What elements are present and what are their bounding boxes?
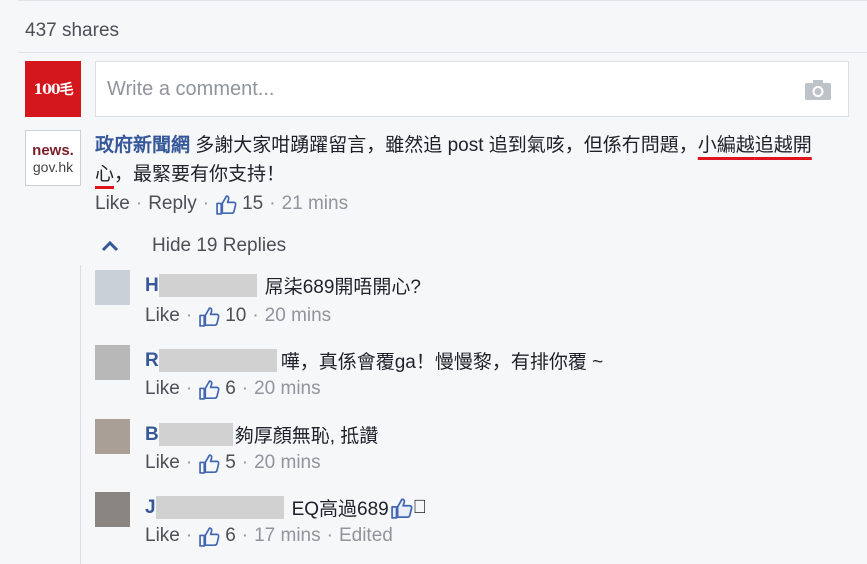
shares-count[interactable]: 437 shares — [25, 20, 119, 42]
reply-avatar[interactable] — [95, 492, 130, 527]
shares-divider — [18, 52, 867, 53]
like-button[interactable]: Like — [145, 525, 180, 547]
separator-dot: · — [252, 305, 259, 326]
camera-icon[interactable] — [804, 79, 832, 101]
separator-dot: · — [135, 193, 143, 214]
separator-dot: · — [241, 452, 249, 473]
reply-author-initial[interactable]: R — [145, 350, 159, 372]
comment-time[interactable]: 21 mins — [282, 193, 349, 215]
like-button[interactable]: Like — [145, 378, 180, 400]
separator-dot: · — [241, 378, 249, 399]
redacted-name — [158, 274, 257, 297]
my-avatar[interactable]: 100毛 — [25, 61, 81, 117]
comment-body: 政府新聞網 多謝大家咁踴躍留言，雖然追 post 追到氣咳，但係冇問題，小編越追… — [95, 131, 845, 189]
redacted-name — [158, 349, 277, 372]
reply-author-initial[interactable]: H — [145, 275, 159, 297]
comment-input[interactable] — [96, 77, 776, 101]
avatar-text-news: news. — [32, 141, 74, 159]
like-count[interactable]: 15 — [242, 193, 263, 215]
reply-author-initial[interactable]: B — [145, 424, 159, 446]
reply-text-row: R 嘩，真係會覆ga！慢慢黎，有排你覆 ~ — [145, 347, 603, 374]
reply-text: 屌柒689開唔開心? — [264, 277, 422, 298]
like-count[interactable]: 6 — [225, 525, 236, 547]
separator-dot: · — [185, 452, 193, 473]
reply-avatar[interactable] — [95, 419, 130, 454]
reply-time[interactable]: 20 mins — [254, 378, 321, 400]
comment-text-part1: 多謝大家咁踴躍留言，雖然追 post 追到氣咳，但係冇問題， — [195, 135, 698, 156]
reply-actions: Like · 5 · 20 mins — [145, 452, 321, 474]
separator-dot: · — [185, 378, 193, 399]
hide-replies-label: Hide 19 Replies — [152, 235, 287, 256]
like-button[interactable]: Like — [145, 305, 180, 327]
redacted-name — [158, 423, 233, 446]
reply-actions: Like · 10 · 20 mins — [145, 305, 331, 327]
separator-dot: · — [202, 193, 210, 214]
thumbs-up-emoji-icon — [390, 497, 413, 519]
reply-actions: Like · 6 · 20 mins — [145, 378, 321, 400]
reply-text: 夠厚顏無恥, 抵讚 — [234, 426, 379, 447]
comment-text-part2: ，最緊要有你支持！ — [114, 164, 286, 185]
reply-text: 嘩，真係會覆ga！慢慢黎，有排你覆 ~ — [280, 352, 604, 373]
like-count[interactable]: 6 — [225, 378, 236, 400]
reply-time[interactable]: 17 mins — [254, 525, 321, 547]
reply-text-row: H 屌柒689開唔開心? — [145, 272, 421, 299]
like-count-icon — [199, 379, 220, 400]
reply-author-initial[interactable]: J — [145, 497, 156, 519]
reply-text-row: B 夠厚顏無恥, 抵讚 — [145, 421, 378, 448]
reply-trailing-glyph: 􏿾 — [412, 496, 427, 518]
reply-button[interactable]: Reply — [148, 193, 197, 215]
reply-time[interactable]: 20 mins — [265, 305, 332, 327]
reply-avatar[interactable] — [95, 345, 130, 380]
separator-dot: · — [185, 305, 193, 326]
avatar-text-gov: gov.hk — [32, 158, 74, 175]
comment-actions: Like · Reply · 15 · 21 mins — [95, 193, 348, 215]
news-gov-avatar[interactable]: news. gov.hk — [25, 130, 81, 186]
reply-thread-line — [80, 265, 81, 564]
comment-composer[interactable] — [95, 61, 849, 117]
top-divider — [18, 0, 867, 1]
hide-replies-toggle[interactable]: Hide 19 Replies — [100, 235, 286, 257]
reply-actions: Like · 6 · 17 mins · Edited — [145, 525, 393, 547]
separator-dot: · — [326, 525, 333, 546]
like-count-icon — [199, 453, 220, 474]
reply-text-row: J EQ高過689 􏿾 — [145, 494, 427, 521]
comment-author[interactable]: 政府新聞網 — [95, 135, 190, 156]
like-count-icon — [199, 306, 220, 327]
reply-avatar[interactable] — [95, 270, 130, 305]
separator-dot: · — [241, 525, 249, 546]
separator-dot: · — [185, 525, 193, 546]
edited-label[interactable]: Edited — [339, 525, 393, 547]
redacted-name — [155, 496, 284, 519]
like-count[interactable]: 5 — [225, 452, 236, 474]
like-button[interactable]: Like — [95, 193, 130, 215]
like-count[interactable]: 10 — [225, 305, 246, 327]
like-button[interactable]: Like — [145, 452, 180, 474]
separator-dot: · — [269, 193, 276, 214]
like-count-icon — [199, 526, 220, 547]
reply-text: EQ高過689 — [291, 499, 389, 520]
reply-time[interactable]: 20 mins — [254, 452, 321, 474]
like-count-icon — [216, 194, 237, 215]
highlight-text-1: 小編越 — [697, 135, 755, 156]
chevron-up-icon — [101, 240, 119, 252]
